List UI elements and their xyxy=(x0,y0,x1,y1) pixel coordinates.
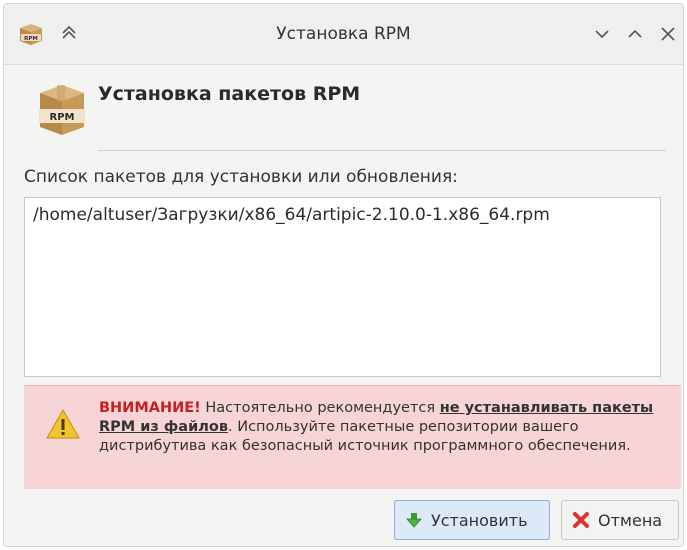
cancel-button-label: Отмена xyxy=(598,510,663,530)
red-x-icon xyxy=(573,512,589,528)
title-bar[interactable]: RPM Установка RPM xyxy=(4,4,683,65)
rpm-install-dialog: RPM Установка RPM RPM Установка пакетов … xyxy=(3,3,684,547)
minimize-icon[interactable] xyxy=(592,24,612,44)
maximize-icon[interactable] xyxy=(625,24,645,44)
header-divider xyxy=(98,150,666,151)
package-list[interactable]: /home/altuser/Загрузки/x86_64/artipic-2.… xyxy=(24,197,661,377)
list-item[interactable]: /home/altuser/Загрузки/x86_64/artipic-2.… xyxy=(33,205,652,225)
close-icon[interactable] xyxy=(658,24,678,44)
package-list-label: Список пакетов для установки или обновле… xyxy=(24,167,458,187)
rpm-package-icon: RPM xyxy=(39,85,85,135)
rpm-label: RPM xyxy=(50,112,75,123)
page-title: Установка пакетов RPM xyxy=(98,83,361,105)
window-title: Установка RPM xyxy=(276,24,411,44)
cancel-button[interactable]: Отмена xyxy=(561,500,679,540)
warning-icon xyxy=(46,409,80,439)
install-button-label: Установить xyxy=(431,510,528,530)
warning-prefix: ВНИМАНИЕ! xyxy=(99,400,201,416)
warning-text-before: Настоятельно рекомендуется xyxy=(200,400,440,416)
warning-banner: ВНИМАНИЕ! Настоятельно рекомендуется не … xyxy=(24,385,681,489)
warning-message: ВНИМАНИЕ! Настоятельно рекомендуется не … xyxy=(99,399,659,456)
install-button[interactable]: Установить xyxy=(394,500,550,540)
arrow-down-icon xyxy=(406,513,422,528)
